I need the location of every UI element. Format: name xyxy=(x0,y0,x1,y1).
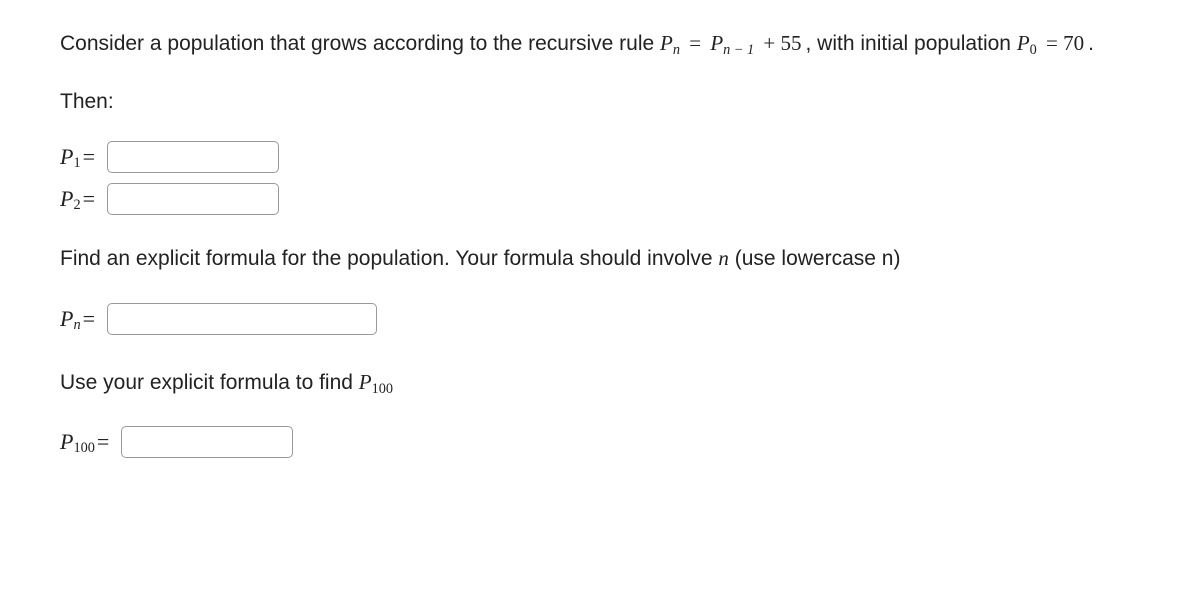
problem-statement: Consider a population that grows accordi… xyxy=(60,28,1140,60)
pn-label: Pn = xyxy=(60,306,101,332)
intro-text-2: , with initial population xyxy=(806,32,1017,55)
intro-text-1: Consider a population that grows accordi… xyxy=(60,32,660,55)
then-label: Then: xyxy=(60,86,1140,118)
recursive-rule: Pn = Pn − 1 + 55 xyxy=(660,31,806,55)
p100-label: P100 = xyxy=(60,429,115,455)
p100-input[interactable] xyxy=(121,426,293,458)
intro-text-3: . xyxy=(1088,32,1094,55)
p2-row: P2 = xyxy=(60,183,1140,215)
pn-row: Pn = xyxy=(60,303,1140,335)
p1-input[interactable] xyxy=(107,141,279,173)
p2-label: P2 = xyxy=(60,186,101,212)
p1-row: P1 = xyxy=(60,141,1140,173)
p1-label: P1 = xyxy=(60,144,101,170)
p2-input[interactable] xyxy=(107,183,279,215)
pn-input[interactable] xyxy=(107,303,377,335)
explicit-formula-prompt: Find an explicit formula for the populat… xyxy=(60,243,1140,275)
p100-row: P100 = xyxy=(60,426,1140,458)
use-formula-prompt: Use your explicit formula to find P100 xyxy=(60,367,1140,399)
p100-inline: P100 xyxy=(359,370,393,394)
initial-condition: P0 = 70 xyxy=(1017,31,1088,55)
